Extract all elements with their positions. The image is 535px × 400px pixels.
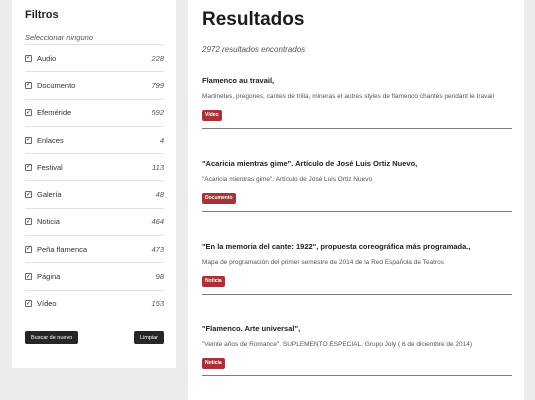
result-title-link[interactable]: Flamenco au travail, — [202, 76, 274, 85]
filter-label: Noticia — [37, 217, 60, 227]
result-snippet: Martinetes, pregones, cantes de trilla, … — [202, 93, 494, 100]
sidebar-buttons: Buscar de nuevo Limpiar — [25, 331, 164, 344]
filter-list: ✓ Audio 228 ✓ Documento 799 ✓ Efeméride … — [25, 44, 164, 317]
result-tag[interactable]: Noticia — [202, 358, 225, 369]
checkbox-checked-icon[interactable]: ✓ — [25, 136, 32, 144]
checkbox-checked-icon[interactable]: ✓ — [25, 245, 32, 253]
filter-item-galeria[interactable]: ✓ Galería 48 — [25, 180, 164, 207]
result-snippet: "Acaricia mientras gime". Artículo de Jo… — [202, 176, 373, 183]
filter-count: 98 — [155, 272, 164, 282]
filter-count: 592 — [151, 108, 164, 118]
checkbox-checked-icon[interactable]: ✓ — [25, 273, 32, 281]
result-title-link[interactable]: "En la memoria del cante: 1922", propues… — [202, 242, 470, 251]
filter-label: Audio — [37, 53, 57, 63]
result-item: "Acaricia mientras gime". Artículo de Jo… — [202, 153, 512, 212]
checkbox-checked-icon[interactable]: ✓ — [25, 218, 32, 226]
filter-label: Festival — [37, 162, 63, 172]
filter-label: Efeméride — [37, 108, 72, 118]
filter-item-documento[interactable]: ✓ Documento 799 — [25, 71, 164, 98]
result-tag[interactable]: Documento — [202, 193, 236, 204]
result-item: Flamenco au travail, Martinetes, pregone… — [202, 70, 512, 129]
clear-button[interactable]: Limpiar — [133, 331, 164, 344]
result-snippet: "Veinte años de Romance". SUPLEMENTO ESP… — [202, 341, 473, 348]
result-item: "Flamenco. Arte universal", "Veinte años… — [202, 318, 512, 377]
filter-label: Peña flamenca — [37, 244, 88, 254]
filter-label: Documento — [37, 80, 76, 90]
filter-count: 153 — [151, 299, 164, 309]
filter-item-pagina[interactable]: ✓ Página 98 — [25, 262, 164, 289]
results-panel: Resultados 2972 resultados encontrados F… — [188, 0, 524, 400]
result-title-link[interactable]: "Flamenco. Arte universal", — [202, 324, 300, 333]
filter-item-efemeride[interactable]: ✓ Efeméride 592 — [25, 98, 164, 126]
checkbox-checked-icon[interactable]: ✓ — [25, 81, 32, 89]
result-snippet: Mapa de programación del primer semestre… — [202, 259, 444, 266]
filters-title: Filtros — [25, 9, 59, 21]
result-tag[interactable]: Noticia — [202, 276, 225, 287]
checkbox-checked-icon[interactable]: ✓ — [25, 300, 32, 308]
filter-count: 464 — [151, 217, 164, 227]
filters-sidebar: Filtros Seleccionar ninguno ✓ Audio 228 … — [12, 0, 176, 368]
filter-label: Página — [37, 272, 61, 282]
select-none-link[interactable]: Seleccionar ninguno — [25, 34, 164, 42]
filter-item-enlaces[interactable]: ✓ Enlaces 4 — [25, 125, 164, 153]
checkbox-checked-icon[interactable]: ✓ — [25, 109, 32, 117]
result-divider — [202, 211, 512, 212]
checkbox-checked-icon[interactable]: ✓ — [25, 163, 32, 171]
filter-item-pena-flamenca[interactable]: ✓ Peña flamenca 473 — [25, 235, 164, 262]
results-count: 2972 resultados encontrados — [202, 45, 306, 54]
filter-count: 113 — [152, 162, 164, 172]
filter-item-festival[interactable]: ✓ Festival 113 — [25, 153, 164, 180]
filter-label: Enlaces — [37, 135, 64, 145]
filter-count: 799 — [151, 80, 164, 90]
filter-label: Vídeo — [37, 299, 57, 309]
page-title: Resultados — [202, 9, 305, 30]
result-divider — [202, 375, 512, 376]
result-divider — [202, 128, 512, 129]
filter-count: 48 — [155, 190, 164, 200]
result-title-link[interactable]: "Acaricia mientras gime". Artículo de Jo… — [202, 159, 417, 168]
filter-label: Galería — [37, 190, 62, 200]
result-tag[interactable]: Vídeo — [202, 110, 222, 121]
result-divider — [202, 294, 512, 295]
search-again-button[interactable]: Buscar de nuevo — [25, 331, 79, 344]
filter-count: 228 — [151, 53, 164, 63]
filter-count: 4 — [159, 135, 164, 145]
filter-count: 473 — [151, 244, 164, 254]
checkbox-checked-icon[interactable]: ✓ — [25, 191, 32, 199]
filter-item-video[interactable]: ✓ Vídeo 153 — [25, 289, 164, 317]
filter-item-noticia[interactable]: ✓ Noticia 464 — [25, 207, 164, 235]
checkbox-checked-icon[interactable]: ✓ — [25, 54, 32, 62]
filter-item-audio[interactable]: ✓ Audio 228 — [25, 44, 164, 71]
result-item: "En la memoria del cante: 1922", propues… — [202, 236, 512, 295]
